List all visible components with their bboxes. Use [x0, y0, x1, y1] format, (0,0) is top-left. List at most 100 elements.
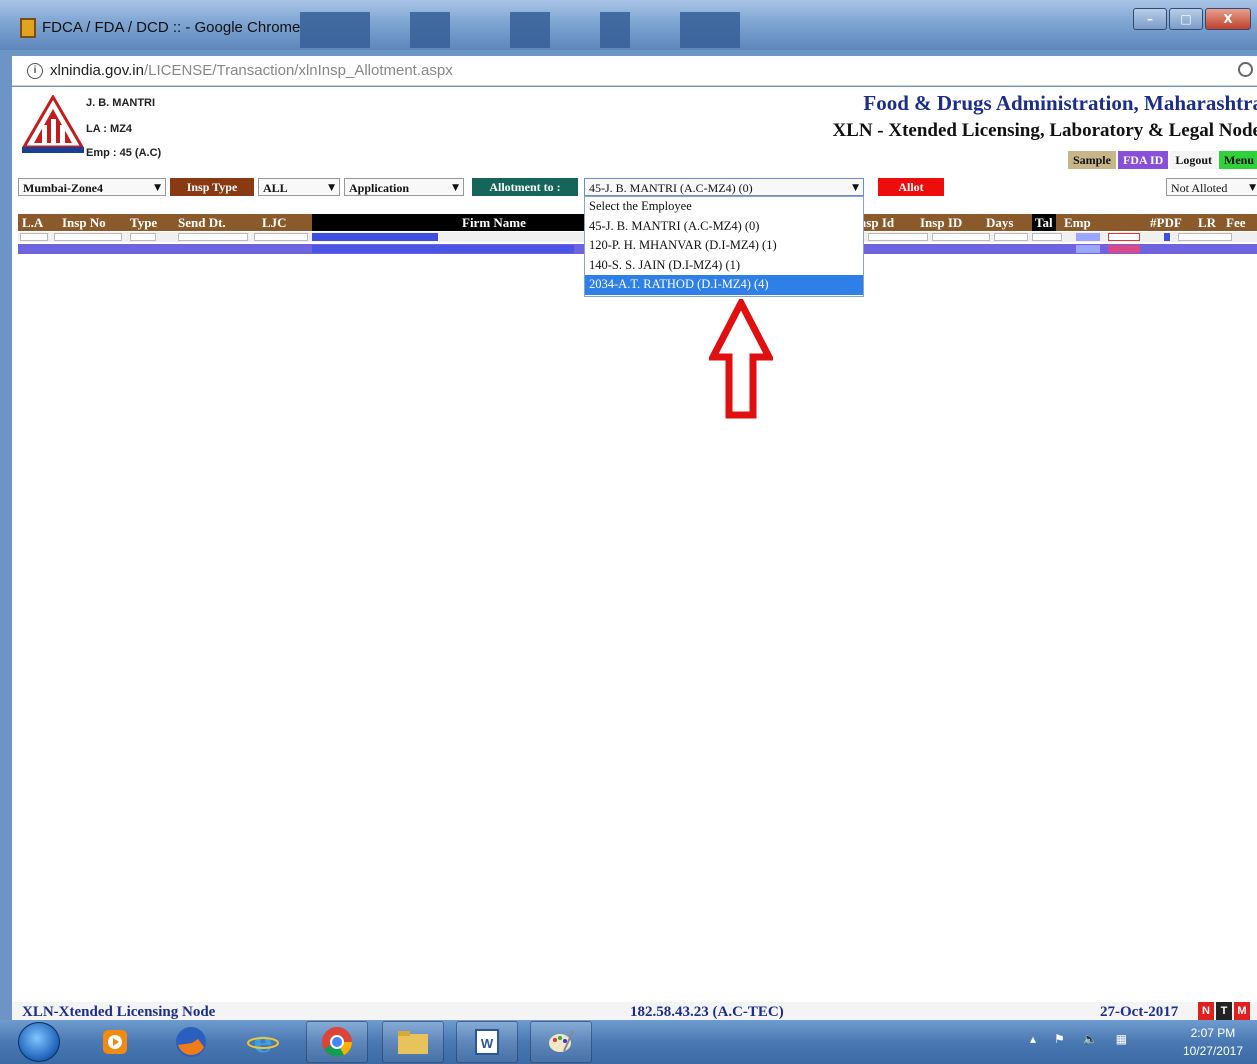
- browser-window: FDCA / FDA / DCD :: - Google Chrome – □ …: [0, 0, 1257, 1020]
- firm-name-link[interactable]: [312, 245, 574, 253]
- taskbar-clock[interactable]: 2:07 PM 10/27/2017: [1183, 1024, 1243, 1060]
- dropdown-option-highlighted[interactable]: 2034-A.T. RATHOD (D.I-MZ4) (4): [585, 275, 863, 295]
- maximize-button[interactable]: □: [1169, 8, 1203, 30]
- network-icon[interactable]: ▦: [1116, 1032, 1127, 1046]
- col-insp-no[interactable]: Insp No: [62, 214, 106, 231]
- menu-button[interactable]: Menu: [1219, 151, 1257, 169]
- volume-icon[interactable]: 🔈: [1083, 1032, 1098, 1046]
- taskbar-file-explorer[interactable]: [382, 1021, 444, 1063]
- action-center-flag-icon[interactable]: ⚑: [1054, 1032, 1065, 1046]
- user-name: J. B. MANTRI: [86, 97, 156, 109]
- app-icon: [20, 18, 36, 38]
- tray-expand-icon[interactable]: ▴: [1030, 1032, 1036, 1046]
- taskbar-firefox[interactable]: [160, 1021, 222, 1063]
- address-bar[interactable]: i xlnindia.gov.in/LICENSE/Transaction/xl…: [12, 56, 1257, 86]
- footer-box-m[interactable]: M: [1234, 1002, 1250, 1020]
- zone-select-value: Mumbai-Zone4: [23, 181, 104, 195]
- title-bar-texture: [510, 12, 550, 48]
- annotation-arrow-icon: [709, 299, 773, 419]
- footer-box-t[interactable]: T: [1216, 1002, 1232, 1020]
- url-path: /LICENSE/Transaction/xlnInsp_Allotment.a…: [143, 62, 453, 79]
- clock-date: 10/27/2017: [1182, 1044, 1243, 1058]
- col-insp-id-2[interactable]: Insp ID: [920, 214, 962, 231]
- system-tray: ▴ ⚑ 🔈 ▦: [1030, 1032, 1127, 1046]
- employee-dropdown-list[interactable]: Select the Employee 45-J. B. MANTRI (A.C…: [584, 196, 864, 297]
- chrome-icon: [322, 1027, 352, 1057]
- taskbar-internet-explorer[interactable]: e: [232, 1021, 294, 1063]
- org-subtitle: XLN - Xtended Licensing, Laboratory & Le…: [832, 120, 1257, 141]
- col-emp[interactable]: Emp: [1064, 214, 1091, 231]
- svg-text:W: W: [481, 1036, 494, 1051]
- internet-explorer-icon: e: [247, 1026, 279, 1058]
- col-type[interactable]: Type: [130, 214, 157, 231]
- title-bar-texture: [600, 12, 630, 48]
- fda-id-button[interactable]: FDA ID: [1117, 151, 1169, 169]
- insp-type-select[interactable]: ALL ▼: [258, 178, 340, 196]
- sample-button[interactable]: Sample: [1067, 151, 1116, 169]
- col-lr[interactable]: LR: [1198, 214, 1216, 231]
- table-cell: [932, 233, 990, 241]
- table-cell: [254, 233, 308, 241]
- media-player-icon: [103, 1030, 127, 1054]
- url-text[interactable]: xlnindia.gov.in/LICENSE/Transaction/xlnI…: [50, 62, 453, 79]
- taskbar-media-player[interactable]: [84, 1021, 146, 1063]
- table-cell: [54, 233, 122, 241]
- word-icon: W: [475, 1029, 499, 1055]
- firefox-icon: [176, 1027, 206, 1057]
- dropdown-option[interactable]: 120-P. H. MHANVAR (D.I-MZ4) (1): [585, 236, 863, 256]
- allotment-select[interactable]: 45-J. B. MANTRI (A.C-MZ4) (0) ▼: [584, 178, 864, 196]
- insp-type-label: Insp Type: [170, 178, 254, 196]
- taskbar-chrome[interactable]: [306, 1021, 368, 1063]
- footer-box-n[interactable]: N: [1198, 1002, 1214, 1020]
- category-select[interactable]: Application ▼: [344, 178, 464, 196]
- emp-link[interactable]: [1076, 233, 1100, 241]
- title-bar-texture: [680, 12, 740, 48]
- status-select-value: Not Alloted: [1171, 181, 1228, 195]
- url-host: xlnindia.gov.in: [50, 62, 144, 79]
- fda-logo: [22, 95, 84, 153]
- start-button[interactable]: [18, 1022, 60, 1062]
- dropdown-option[interactable]: 45-J. B. MANTRI (A.C-MZ4) (0): [585, 217, 863, 237]
- allotment-select-value: 45-J. B. MANTRI (A.C-MZ4) (0): [589, 181, 753, 195]
- dropdown-option[interactable]: 140-S. S. JAIN (D.I-MZ4) (1): [585, 256, 863, 276]
- taskbar: e W ▴ ⚑ 🔈 ▦ 2:07 PM 10/27/2017: [0, 1020, 1257, 1064]
- svg-text:e: e: [253, 1026, 272, 1058]
- info-icon[interactable]: i: [27, 63, 43, 79]
- firm-header-bg: [312, 214, 592, 231]
- col-tal[interactable]: Tal: [1032, 214, 1056, 231]
- col-days[interactable]: Days: [986, 214, 1013, 231]
- col-pdf[interactable]: #PDF: [1150, 214, 1182, 231]
- row-action-link[interactable]: [1108, 233, 1140, 241]
- title-bar[interactable]: FDCA / FDA / DCD :: - Google Chrome – □ …: [0, 0, 1257, 50]
- table-cell: [130, 233, 156, 241]
- table-cell: [868, 233, 928, 241]
- category-value: Application: [349, 181, 410, 195]
- logout-button[interactable]: Logout: [1170, 151, 1217, 169]
- table-cell: [20, 233, 48, 241]
- pdf-link[interactable]: [1164, 233, 1170, 241]
- org-title: Food & Drugs Administration, Maharashtra: [863, 91, 1257, 115]
- col-firm-name[interactable]: Firm Name: [462, 214, 526, 231]
- emp-link[interactable]: [1076, 245, 1100, 253]
- chevron-down-icon: ▼: [852, 183, 859, 193]
- dropdown-option[interactable]: Select the Employee: [585, 197, 863, 217]
- col-fee[interactable]: Fee: [1226, 214, 1245, 231]
- chevron-down-icon: ▼: [1249, 183, 1256, 193]
- allot-button[interactable]: Allot: [878, 178, 944, 196]
- window-title: FDCA / FDA / DCD :: - Google Chrome: [42, 19, 301, 36]
- allotment-label: Allotment to :: [472, 178, 578, 196]
- taskbar-paint[interactable]: [530, 1021, 592, 1063]
- footer-center: 182.58.43.23 (A.C-TEC): [630, 1004, 784, 1020]
- status-select[interactable]: Not Alloted ▼: [1166, 178, 1257, 196]
- zoom-icon[interactable]: [1238, 62, 1253, 77]
- taskbar-word[interactable]: W: [456, 1021, 518, 1063]
- col-send-dt[interactable]: Send Dt.: [178, 214, 226, 231]
- page-viewport: J. B. MANTRI LA : MZ4 Emp : 45 (A.C) Foo…: [12, 87, 1257, 1020]
- minimize-button[interactable]: –: [1133, 8, 1167, 30]
- firm-name-link[interactable]: [312, 233, 438, 241]
- col-ljc[interactable]: LJC: [262, 214, 287, 231]
- zone-select[interactable]: Mumbai-Zone4 ▼: [18, 178, 166, 196]
- row-action-link[interactable]: [1108, 245, 1140, 253]
- col-la[interactable]: L.A: [22, 214, 43, 231]
- close-button[interactable]: X: [1205, 8, 1251, 30]
